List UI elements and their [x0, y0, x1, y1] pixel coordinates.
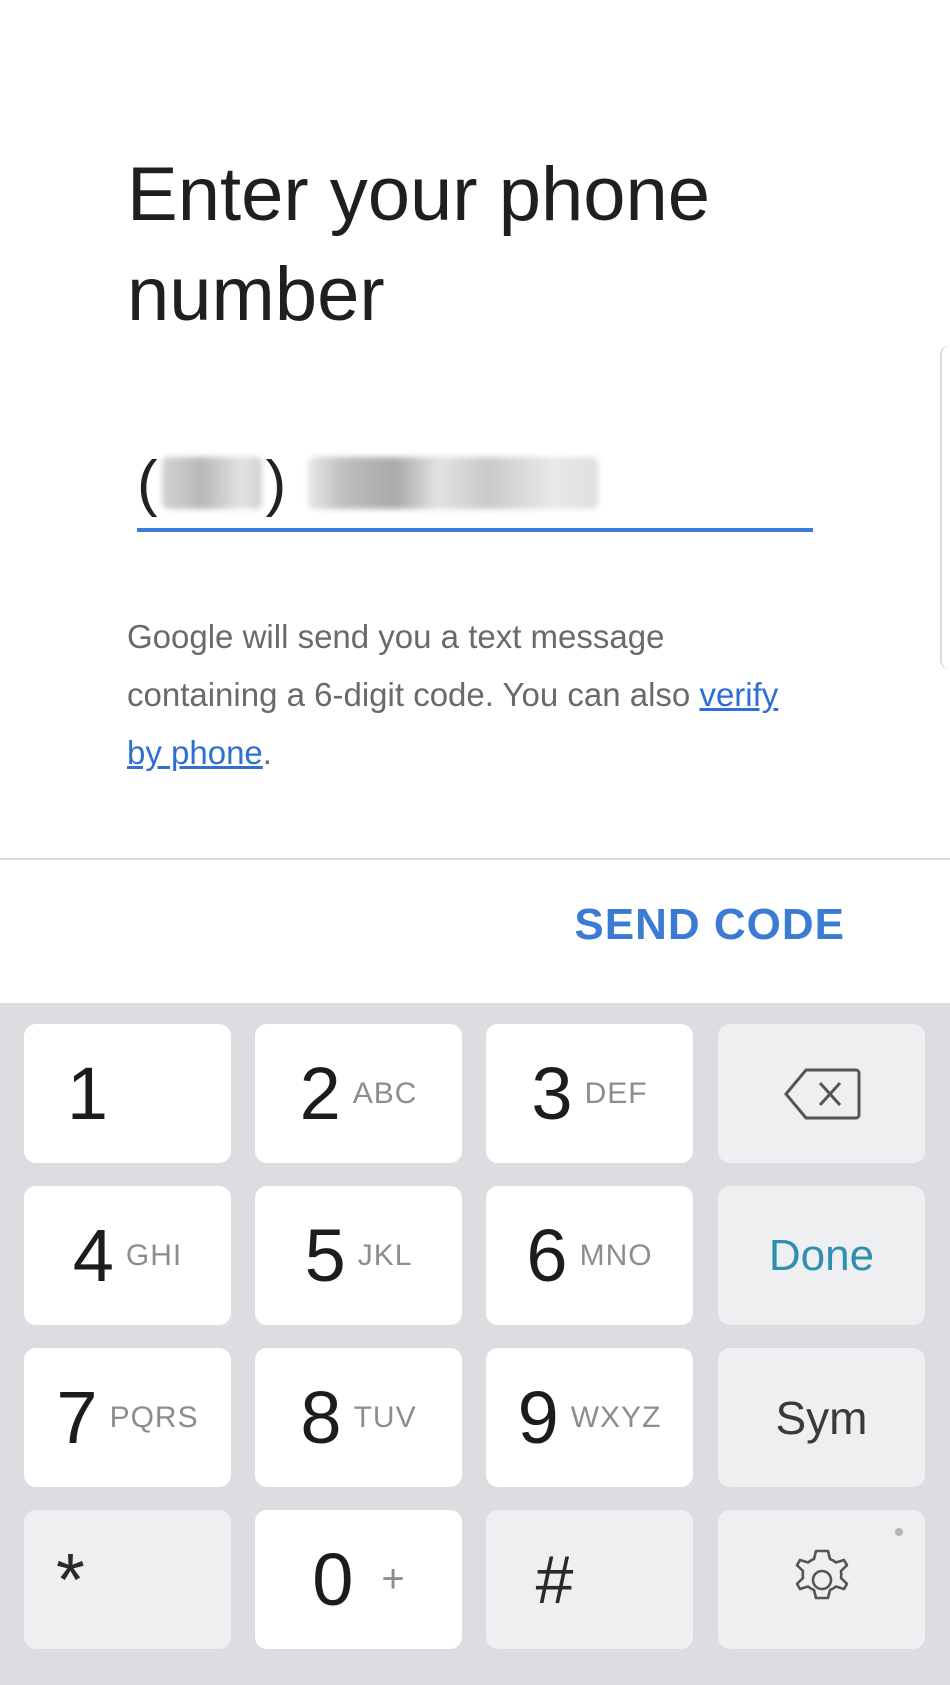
done-label: Done — [768, 1230, 875, 1280]
numeric-keyboard: 1 2 ABC 3 DEF 4 GHI 5 JKL 6 MNO Done 7 P… — [0, 1003, 950, 1685]
key-0-plus: + — [381, 1557, 405, 1601]
key-4[interactable]: 4 GHI — [24, 1186, 231, 1325]
backspace-icon — [783, 1068, 860, 1119]
key-3-letters: DEF — [584, 1076, 648, 1110]
key-2[interactable]: 2 ABC — [255, 1024, 462, 1163]
key-6[interactable]: 6 MNO — [486, 1186, 693, 1325]
key-4-letters: GHI — [125, 1238, 183, 1272]
key-hash[interactable]: # — [486, 1510, 693, 1649]
key-9-digit: 9 — [517, 1376, 559, 1459]
input-underline — [137, 528, 813, 532]
key-1-digit: 1 — [66, 1052, 109, 1135]
open-paren: ( — [137, 448, 158, 518]
phone-entry-panel: Enter your phone number ( ) Google will … — [0, 0, 950, 860]
key-3-digit: 3 — [531, 1052, 573, 1135]
key-6-digit: 6 — [526, 1214, 568, 1297]
key-8-digit: 8 — [300, 1376, 342, 1459]
settings-indicator-dot — [895, 1528, 903, 1536]
close-paren: ) — [265, 448, 287, 518]
divider — [0, 858, 950, 860]
key-3[interactable]: 3 DEF — [486, 1024, 693, 1163]
key-9[interactable]: 9 WXYZ — [486, 1348, 693, 1487]
key-8[interactable]: 8 TUV — [255, 1348, 462, 1487]
key-7-digit: 7 — [56, 1376, 98, 1459]
key-5-digit: 5 — [304, 1214, 346, 1297]
helper-text: Google will send you a text message cont… — [127, 608, 787, 782]
helper-message: Google will send you a text message cont… — [127, 618, 700, 713]
key-star[interactable]: * — [24, 1510, 231, 1649]
key-star-glyph: * — [56, 1537, 85, 1621]
key-4-digit: 4 — [72, 1214, 114, 1297]
key-9-letters: WXYZ — [570, 1400, 662, 1434]
sym-label: Sym — [775, 1391, 868, 1444]
key-6-letters: MNO — [579, 1238, 653, 1272]
phone-number-input[interactable]: ( ) — [137, 435, 813, 535]
key-5-letters: JKL — [357, 1238, 413, 1272]
key-0[interactable]: 0 + — [255, 1510, 462, 1649]
key-8-letters: TUV — [353, 1400, 417, 1434]
page-title: Enter your phone number — [127, 152, 711, 337]
redacted-area-code — [161, 457, 262, 509]
done-key[interactable]: Done — [718, 1186, 925, 1325]
phone-screen: Enter your phone number ( ) Google will … — [0, 0, 950, 1685]
key-7-letters: PQRS — [109, 1400, 199, 1434]
helper-suffix: . — [262, 734, 272, 771]
key-2-digit: 2 — [299, 1052, 341, 1135]
key-1[interactable]: 1 — [24, 1024, 231, 1163]
key-5[interactable]: 5 JKL — [255, 1186, 462, 1325]
key-2-letters: ABC — [352, 1076, 418, 1110]
gear-icon — [795, 1549, 848, 1599]
key-7[interactable]: 7 PQRS — [24, 1348, 231, 1487]
key-hash-glyph: # — [535, 1541, 574, 1618]
sym-key[interactable]: Sym — [718, 1348, 925, 1487]
send-code-button[interactable]: SEND CODE — [574, 900, 845, 950]
redacted-phone-number — [308, 457, 599, 509]
backspace-key[interactable] — [718, 1024, 925, 1163]
key-0-digit: 0 — [312, 1538, 354, 1621]
settings-key[interactable] — [718, 1510, 925, 1649]
phone-number-value: ( ) — [137, 443, 599, 523]
edge-panel-handle[interactable] — [940, 345, 950, 670]
